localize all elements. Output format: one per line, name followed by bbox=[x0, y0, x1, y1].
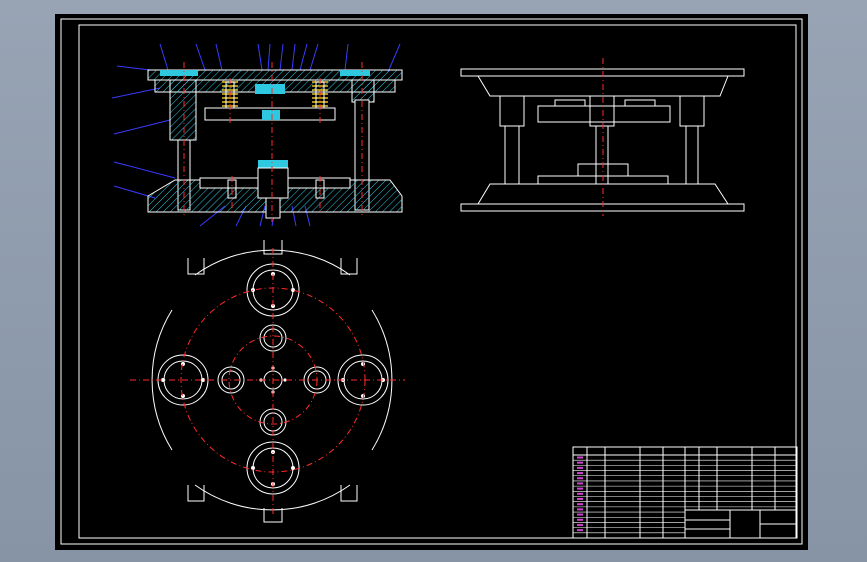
row-number-mark bbox=[577, 477, 583, 480]
row-number-mark bbox=[577, 482, 583, 485]
drawing-sheet bbox=[55, 14, 808, 550]
row-number-mark bbox=[577, 487, 583, 490]
row-number-mark bbox=[577, 513, 583, 516]
cad-viewport[interactable] bbox=[0, 0, 867, 562]
sheet-background bbox=[55, 14, 808, 550]
row-number-mark bbox=[577, 461, 583, 464]
row-number-mark bbox=[577, 529, 583, 532]
row-number-mark bbox=[577, 492, 583, 495]
row-number-mark bbox=[577, 472, 583, 475]
row-number-mark bbox=[577, 518, 583, 521]
row-number-mark bbox=[577, 503, 583, 506]
row-number-mark bbox=[577, 466, 583, 469]
row-number-mark bbox=[577, 523, 583, 526]
row-number-mark bbox=[577, 456, 583, 459]
row-number-mark bbox=[577, 508, 583, 511]
row-number-mark bbox=[577, 498, 583, 500]
